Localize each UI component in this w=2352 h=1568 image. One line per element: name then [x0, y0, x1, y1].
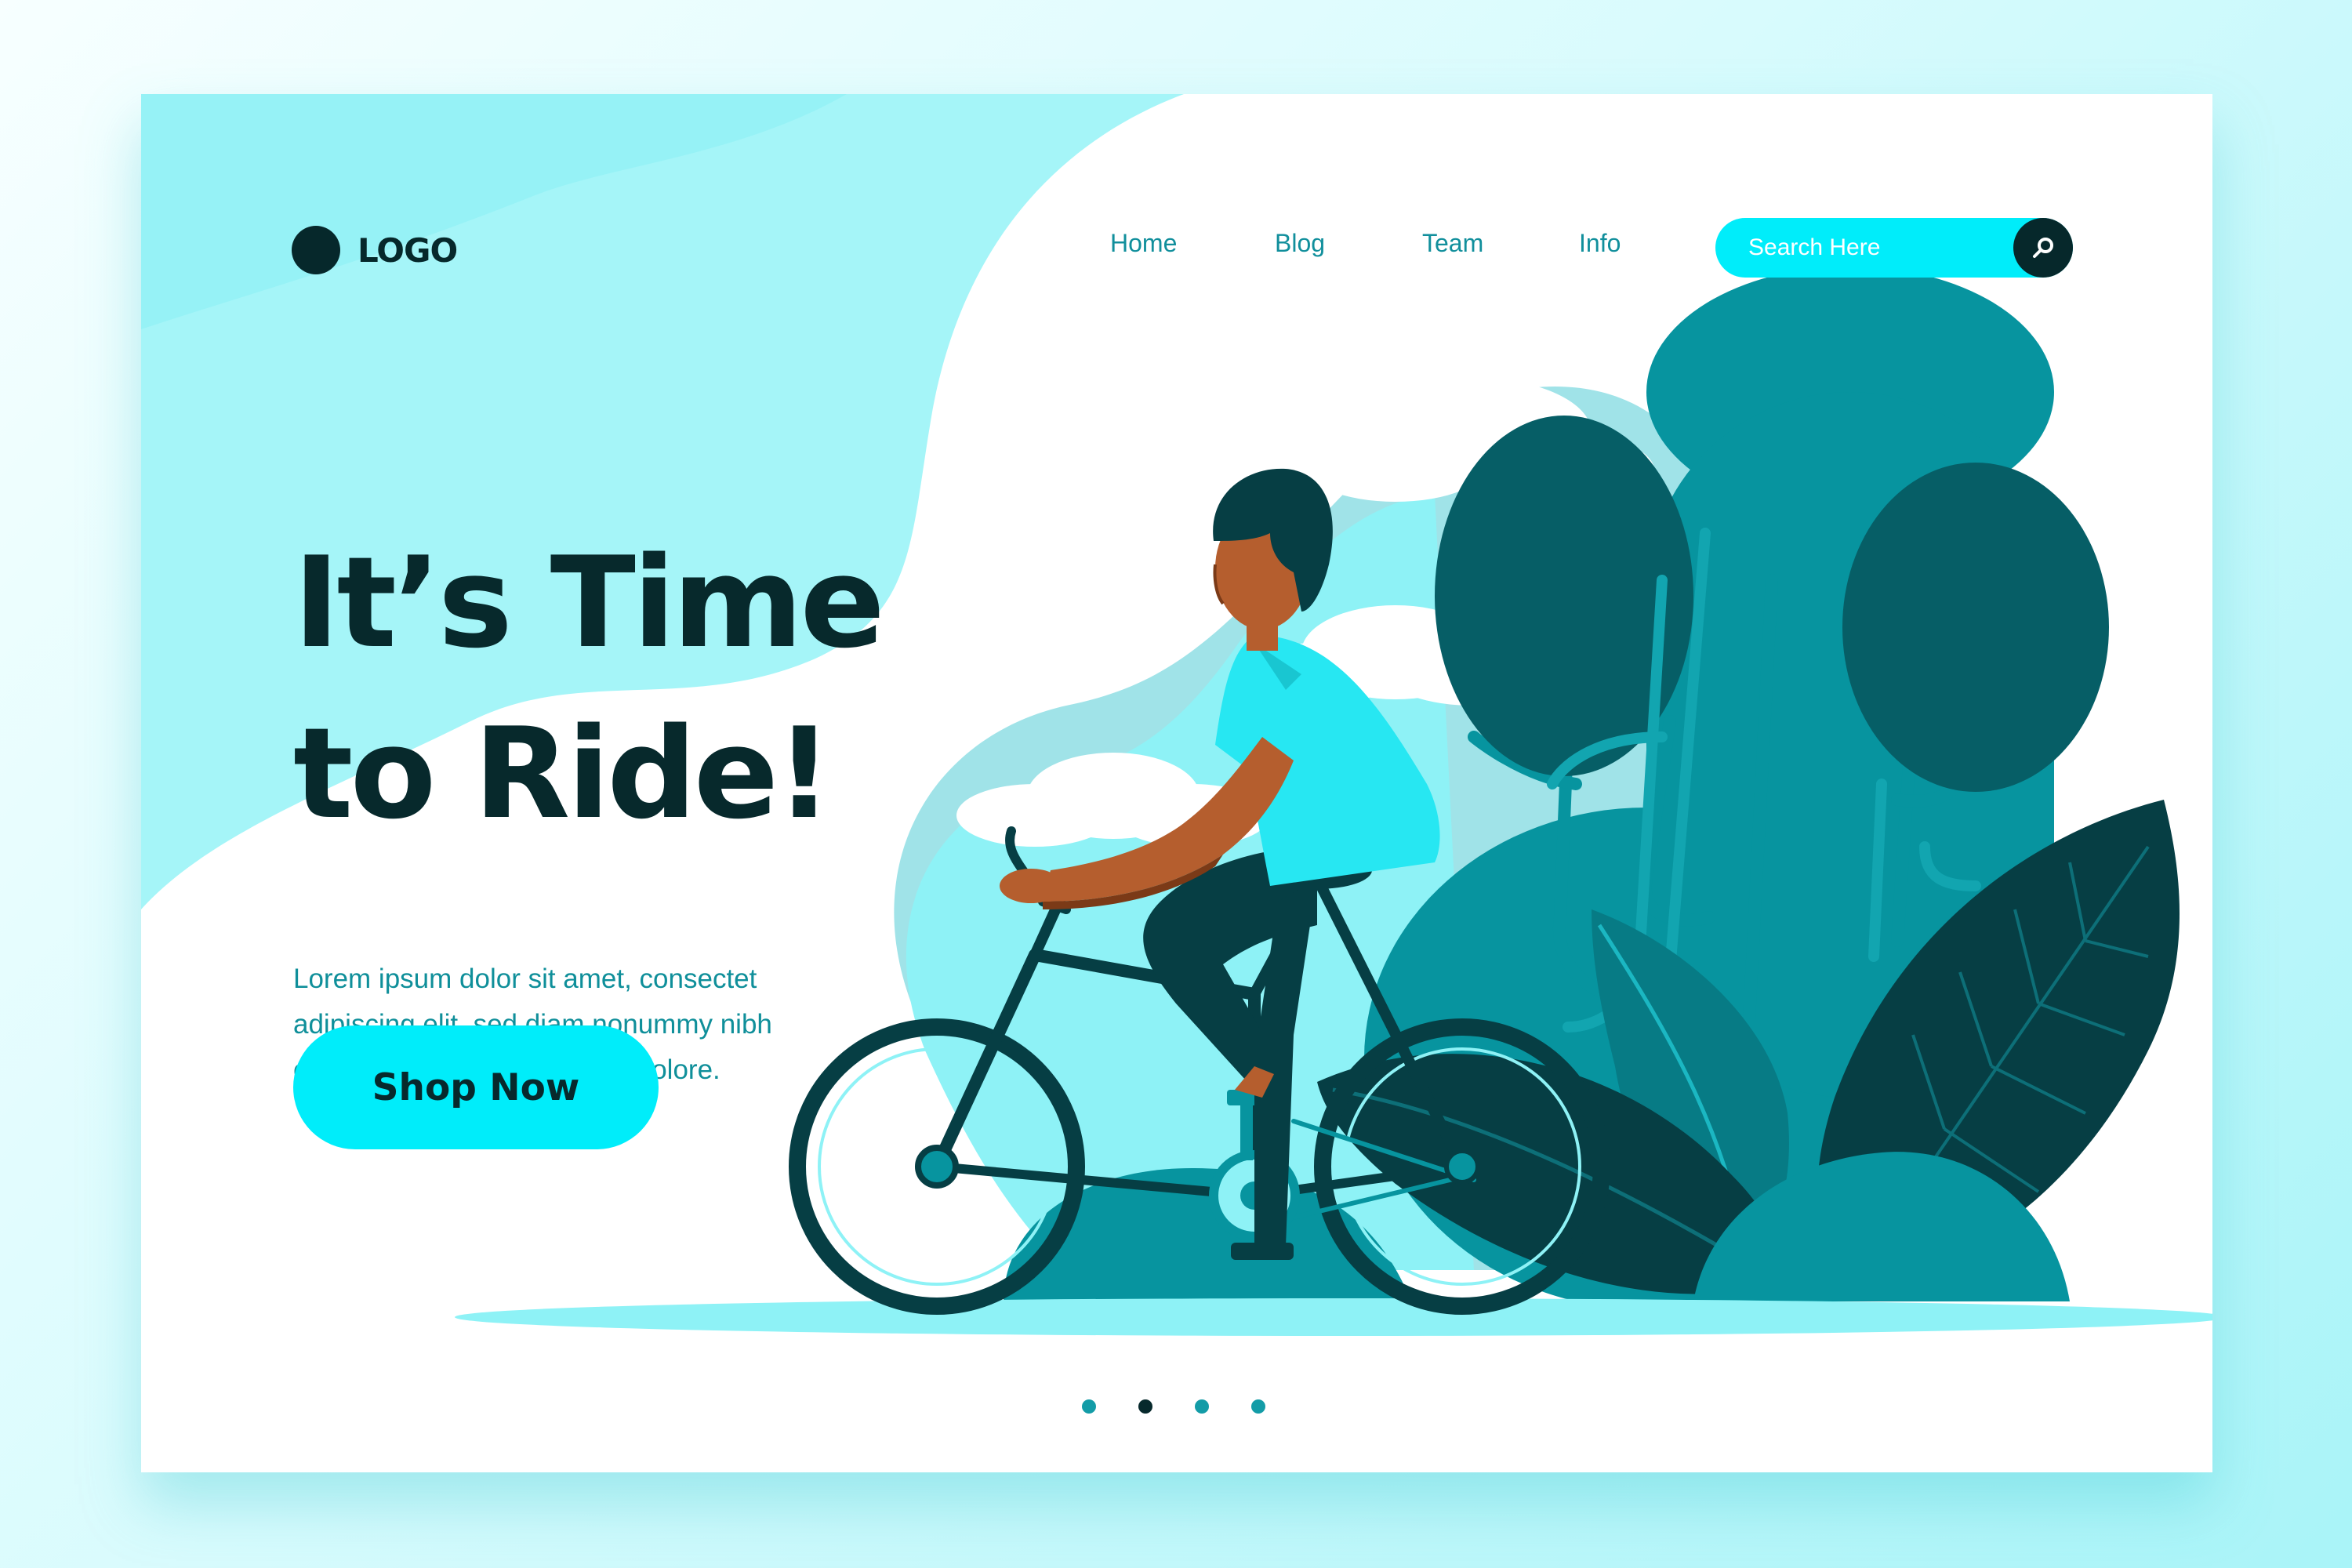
logo-mark-icon	[292, 226, 340, 274]
nav-item-team[interactable]: Team	[1422, 229, 1483, 258]
front-hub	[1444, 1149, 1480, 1185]
nav-item-blog[interactable]: Blog	[1275, 229, 1325, 258]
search-input[interactable]	[1747, 234, 2009, 262]
description-line-1: Lorem ipsum dolor sit amet, consectet	[293, 964, 757, 994]
rear-hub	[915, 1145, 959, 1189]
headline-line-2: to Ride!	[293, 700, 833, 847]
search-icon	[2033, 238, 2053, 258]
pagination-dot[interactable]	[1082, 1399, 1096, 1414]
headline-line-1: It’s Time	[293, 529, 885, 676]
search-bar	[1715, 218, 2073, 278]
hero-headline: It’s Time to Ride!	[293, 517, 885, 859]
pagination-dots	[1082, 1399, 1317, 1415]
pagination-dot[interactable]	[1251, 1399, 1265, 1414]
logo-text: LOGO	[358, 230, 458, 270]
tree	[1842, 463, 2109, 792]
search-button[interactable]	[2013, 218, 2073, 278]
logo[interactable]: LOGO	[292, 226, 458, 274]
pagination-dot[interactable]	[1195, 1399, 1209, 1414]
nav-item-info[interactable]: Info	[1579, 229, 1621, 258]
shop-now-button[interactable]: Shop Now	[293, 1025, 659, 1149]
landing-page-card: LOGO Home Blog Team Info It’s Time to Ri…	[141, 94, 2212, 1472]
nav-item-home[interactable]: Home	[1110, 229, 1177, 258]
pagination-dot-active[interactable]	[1138, 1399, 1152, 1414]
ground	[455, 1298, 2212, 1336]
